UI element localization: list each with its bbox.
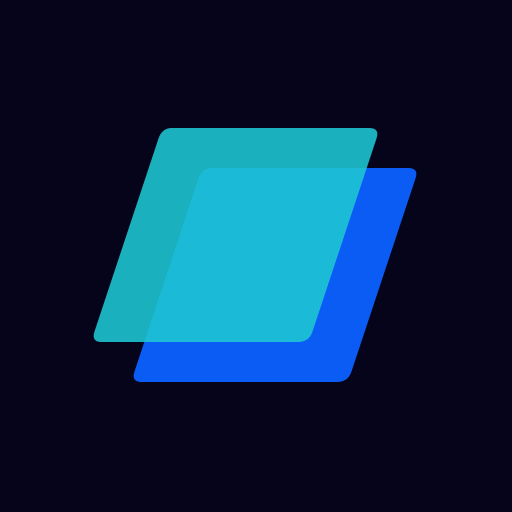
app-logo-icon — [0, 0, 512, 512]
